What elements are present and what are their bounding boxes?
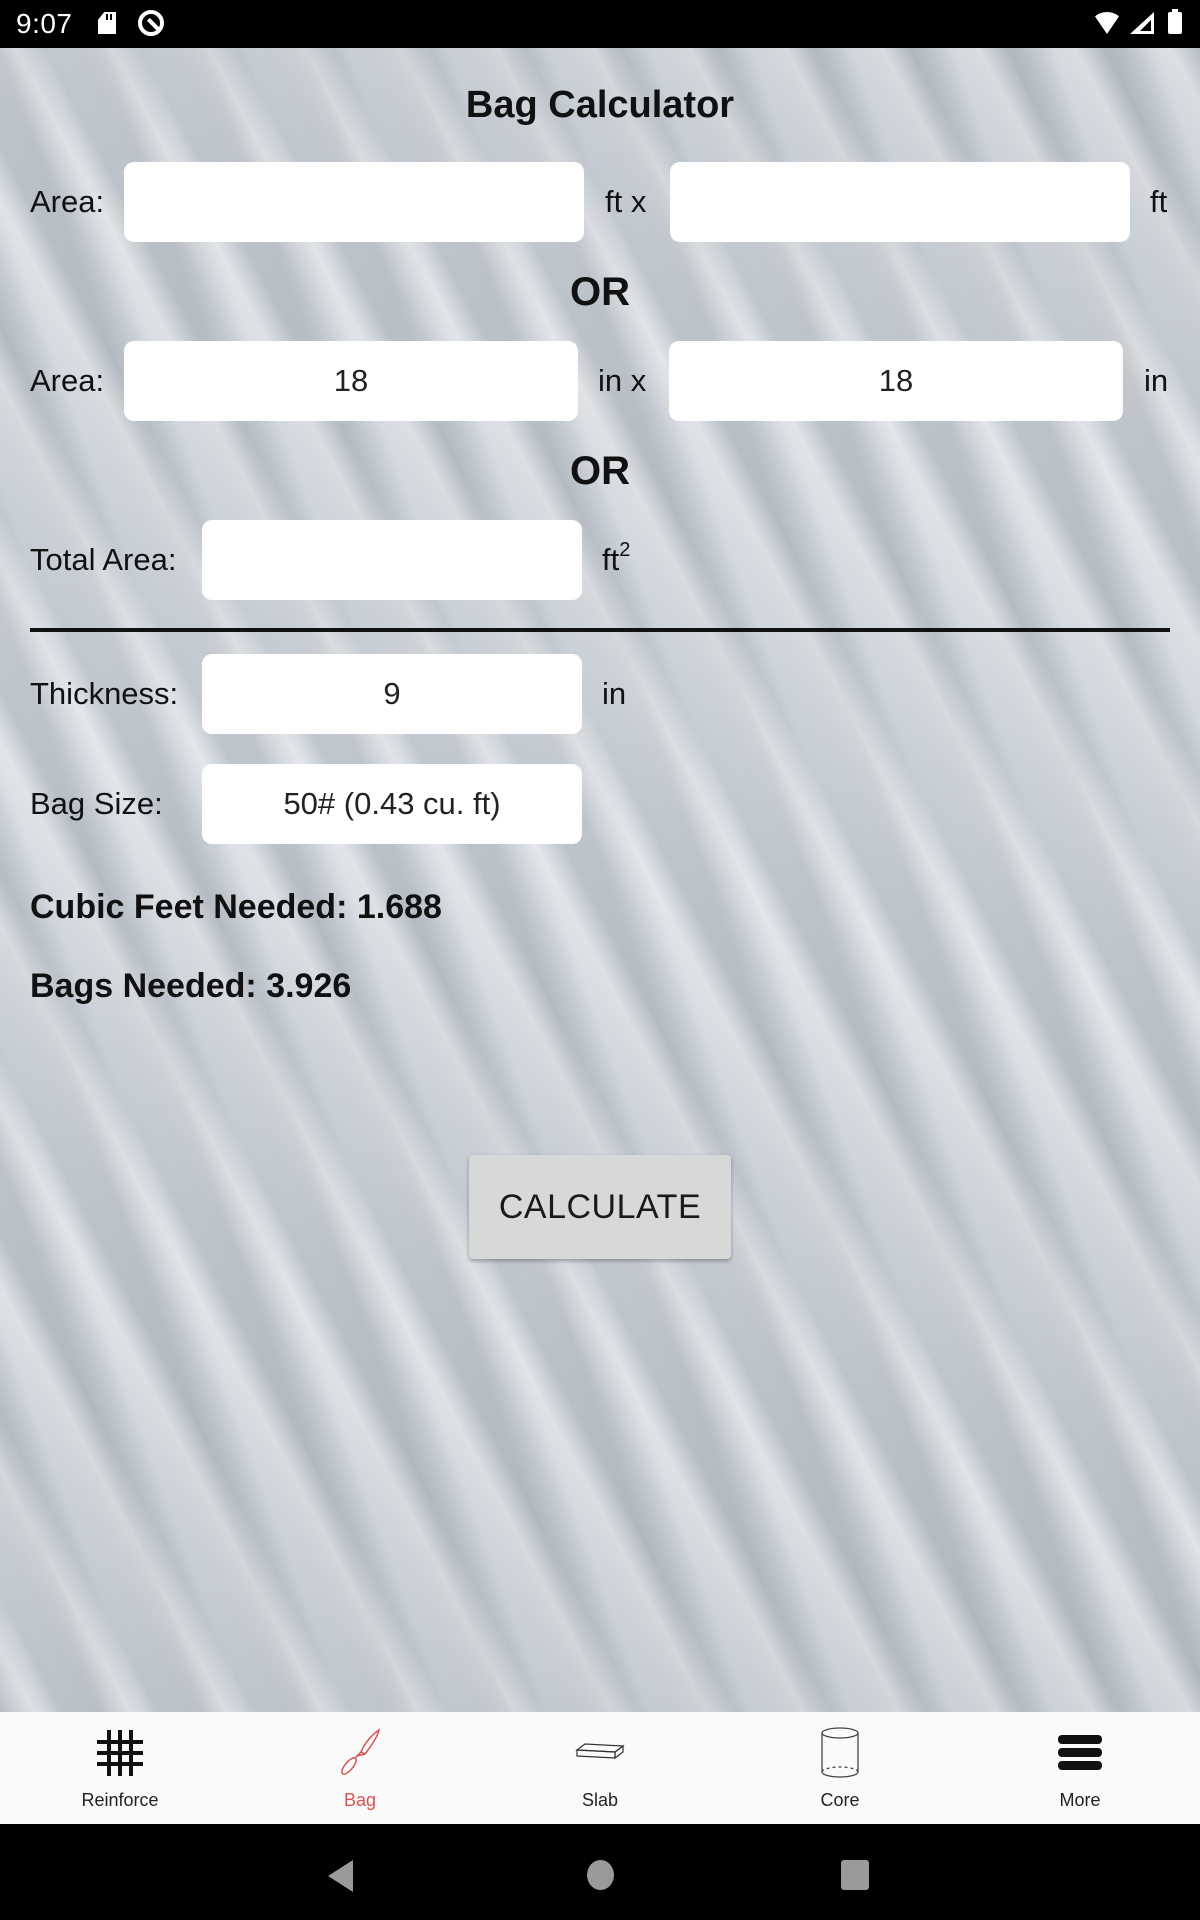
tab-label: Bag [343, 1790, 377, 1810]
bag-size-select[interactable]: 50# (0.43 cu. ft) [202, 764, 582, 844]
calculate-button[interactable]: CALCULATE [469, 1155, 731, 1259]
area-ft-label: Area: [30, 184, 105, 219]
area-in-length-unit: in x [598, 363, 647, 398]
thickness-unit: in [602, 676, 627, 711]
cell-signal-icon [1130, 12, 1154, 34]
tab-label: Core [820, 1790, 860, 1810]
status-time: 9:07 [16, 8, 73, 39]
cylinder-icon [810, 1726, 870, 1780]
battery-icon [1168, 9, 1182, 34]
tab-reinforce[interactable]: Reinforce [0, 1712, 240, 1824]
system-nav-bar [0, 1824, 1200, 1920]
tab-bag[interactable]: Bag [240, 1712, 480, 1824]
bag-size-label: Bag Size: [30, 786, 163, 821]
page-title: Bag Calculator [465, 84, 735, 126]
data-saver-icon [138, 10, 164, 36]
bags-needed-result: Bags Needed: 3.926 [30, 967, 352, 1005]
wifi-icon [1092, 12, 1122, 34]
area-ft-length-unit: ft x [605, 184, 647, 219]
total-area-unit-base: ft [602, 542, 620, 577]
tab-core[interactable]: Core [720, 1712, 960, 1824]
recent-apps-icon[interactable] [841, 1860, 869, 1890]
bottom-tab-bar: Reinforce Bag Slab Core More [0, 1712, 1200, 1824]
or-separator: OR [570, 449, 630, 493]
trowel-icon [330, 1726, 390, 1780]
tab-label: Slab [581, 1790, 619, 1810]
grid-icon [90, 1726, 150, 1780]
bag-calculator-screen: Bag Calculator Area: ft x ft OR Area: in… [0, 48, 1200, 1712]
area-in-length-input[interactable] [124, 341, 578, 421]
area-in-label: Area: [30, 363, 105, 398]
section-divider [30, 628, 1170, 632]
area-ft-length-input[interactable] [124, 162, 584, 242]
total-area-unit: ft2 [602, 539, 631, 578]
home-icon[interactable] [587, 1860, 614, 1890]
menu-icon [1050, 1726, 1110, 1780]
slab-icon [570, 1726, 630, 1780]
or-separator: OR [570, 270, 630, 314]
thickness-label: Thickness: [30, 676, 179, 711]
status-bar: 9:07 [0, 0, 1200, 48]
back-icon[interactable] [328, 1860, 353, 1892]
tab-label: Reinforce [81, 1790, 159, 1810]
area-ft-width-unit: ft [1150, 184, 1168, 219]
total-area-unit-exponent: 2 [619, 539, 631, 561]
area-in-width-unit: in [1144, 363, 1169, 398]
sd-card-icon [98, 12, 116, 34]
thickness-input[interactable] [202, 654, 582, 734]
tab-more[interactable]: More [960, 1712, 1200, 1824]
area-ft-width-input[interactable] [670, 162, 1130, 242]
tab-label: More [1059, 1790, 1101, 1810]
total-area-input[interactable] [202, 520, 582, 600]
total-area-label: Total Area: [30, 542, 177, 577]
area-in-width-input[interactable] [669, 341, 1123, 421]
tab-slab[interactable]: Slab [480, 1712, 720, 1824]
cubic-feet-result: Cubic Feet Needed: 1.688 [30, 888, 442, 926]
